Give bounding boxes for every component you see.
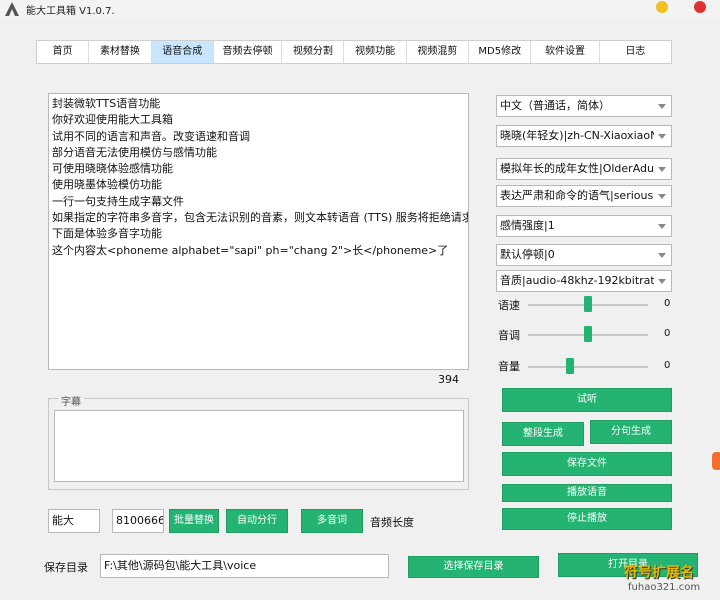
number-field[interactable]: 8100666 <box>112 509 164 533</box>
generate-whole-button[interactable]: 整段生成 <box>502 422 584 446</box>
volume-label: 音量 <box>498 360 520 373</box>
polyphone-button[interactable]: 多音词 <box>301 509 363 533</box>
generate-sentences-button[interactable]: 分句生成 <box>590 420 672 444</box>
name-field[interactable]: 能大 <box>48 509 100 533</box>
save-dir-input[interactable]: F:\其他\源码包\能大工具\voice <box>100 554 389 578</box>
volume-slider-track[interactable] <box>528 366 648 368</box>
choose-save-dir-button[interactable]: 选择保存目录 <box>408 556 539 578</box>
chevron-down-icon <box>658 194 666 199</box>
audio-length-label: 音频长度 <box>370 516 414 529</box>
tab-md5-modify[interactable]: MD5修改 <box>469 41 532 63</box>
chevron-down-icon <box>658 167 666 172</box>
rate-label: 语速 <box>498 299 520 312</box>
app-logo-icon <box>5 2 19 16</box>
volume-slider-thumb[interactable] <box>566 358 574 374</box>
pitch-label: 音调 <box>498 329 520 342</box>
tab-software-settings[interactable]: 软件设置 <box>531 41 600 63</box>
tab-audio-remove-pause[interactable]: 音频去停顿 <box>214 41 283 63</box>
pitch-value: 0 <box>664 328 671 339</box>
window-title: 能大工具箱 V1.0.7. <box>26 6 115 17</box>
emotion-strength-select[interactable]: 感情强度|1 <box>496 215 672 237</box>
tab-bar: 首页 素材替换 语音合成 音频去停顿 视频分割 视频功能 视频混剪 MD5修改 … <box>36 40 672 64</box>
preview-button[interactable]: 试听 <box>502 388 672 412</box>
tab-log[interactable]: 日志 <box>600 41 671 63</box>
batch-replace-button[interactable]: 批量替换 <box>169 509 219 533</box>
tab-home[interactable]: 首页 <box>37 41 90 63</box>
role-select-value: 模拟年长的成年女性|OlderAdultFemale <box>500 162 654 175</box>
style-select[interactable]: 表达严肃和命令的语气|serious <box>496 185 672 207</box>
volume-value: 0 <box>664 360 671 371</box>
watermark-text: 符号扩展名 <box>624 565 694 581</box>
play-audio-button[interactable]: 播放语音 <box>502 484 672 502</box>
chevron-down-icon <box>658 224 666 229</box>
auto-split-button[interactable]: 自动分行 <box>226 509 288 533</box>
close-button[interactable] <box>694 1 706 13</box>
char-count: 394 <box>438 373 459 386</box>
subtitle-legend: 字幕 <box>58 393 84 408</box>
save-dir-label: 保存目录 <box>44 561 88 574</box>
subtitle-output[interactable] <box>54 410 464 482</box>
save-file-button[interactable]: 保存文件 <box>502 452 672 476</box>
voice-select-value: 晓晓(年轻女)|zh-CN-XiaoxiaoNeural <box>500 129 654 142</box>
rate-value: 0 <box>664 298 671 309</box>
watermark-url: fuhao321.com <box>628 582 701 593</box>
chevron-down-icon <box>658 279 666 284</box>
chevron-down-icon <box>658 134 666 139</box>
style-select-value: 表达严肃和命令的语气|serious <box>500 189 654 202</box>
language-select-value: 中文（普通话，简体） <box>500 99 610 112</box>
language-select[interactable]: 中文（普通话，简体） <box>496 95 672 117</box>
chevron-down-icon <box>658 253 666 258</box>
quality-select-value: 音质|audio-48khz-192kbitrate-mono-mp3 <box>500 274 654 287</box>
tab-video-mix[interactable]: 视频混剪 <box>407 41 470 63</box>
tts-text-input[interactable]: 封装微软TTS语音功能 你好欢迎使用能大工具箱 试用不同的语言和声音。改变语速和… <box>48 93 469 370</box>
rate-slider-thumb[interactable] <box>584 296 592 312</box>
tab-video-split[interactable]: 视频分割 <box>282 41 345 63</box>
tab-speech-synthesis[interactable]: 语音合成 <box>151 41 214 63</box>
stop-play-button[interactable]: 停止播放 <box>502 508 672 530</box>
voice-select[interactable]: 晓晓(年轻女)|zh-CN-XiaoxiaoNeural <box>496 125 672 147</box>
chevron-down-icon <box>658 104 666 109</box>
pitch-slider-thumb[interactable] <box>584 326 592 342</box>
role-select[interactable]: 模拟年长的成年女性|OlderAdultFemale <box>496 158 672 180</box>
watermark-icon <box>712 452 720 470</box>
pause-select[interactable]: 默认停顿|0 <box>496 244 672 266</box>
tab-video-functions[interactable]: 视频功能 <box>344 41 407 63</box>
pause-select-value: 默认停顿|0 <box>500 248 555 261</box>
quality-select[interactable]: 音质|audio-48khz-192kbitrate-mono-mp3 <box>496 270 672 292</box>
emotion-strength-value: 感情强度|1 <box>500 219 555 232</box>
minimize-button[interactable] <box>656 1 668 13</box>
tab-material-replace[interactable]: 素材替换 <box>89 41 152 63</box>
